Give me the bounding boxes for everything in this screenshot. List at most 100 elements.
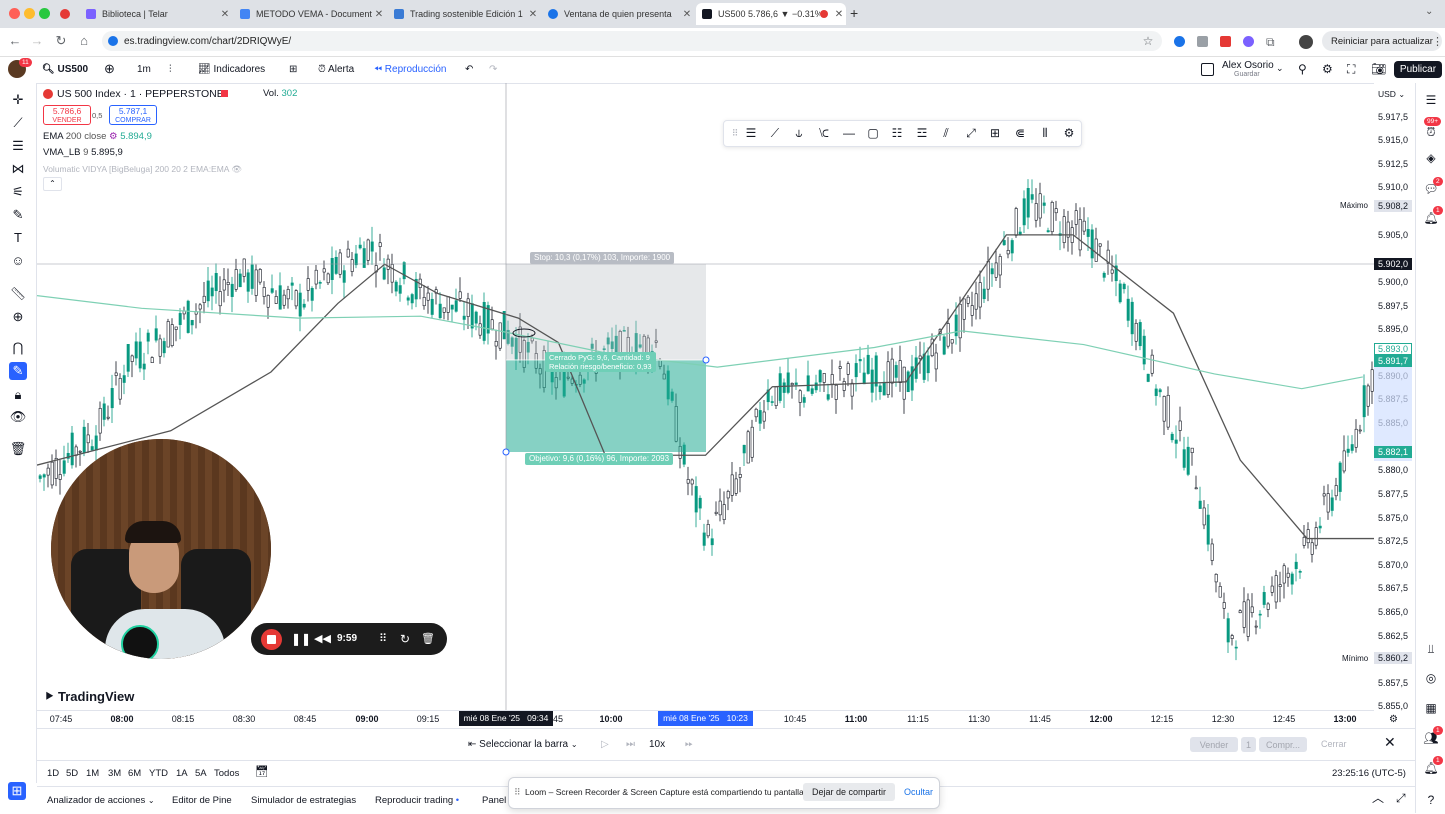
window-minimize-button[interactable] [24, 8, 35, 19]
text-icon[interactable]: T [9, 229, 27, 247]
pattern-icon[interactable]: ⋈ [9, 160, 27, 178]
extensions-puzzle-icon[interactable]: ⧉ [1266, 35, 1275, 50]
pitchfork-icon[interactable]: ⫝ [790, 124, 808, 142]
layout-select-icon[interactable] [1201, 63, 1214, 76]
symbol-title[interactable]: US 500 Index · 1 · PEPPERSTONE [57, 88, 224, 100]
currency-selector[interactable]: USD ⌄ [1378, 89, 1405, 99]
alert-button[interactable]: ⏰︎ Alerta [318, 63, 354, 76]
bookmark-star-icon[interactable]: ☆ [1140, 33, 1156, 49]
stop-sharing-button[interactable]: Dejar de compartir [803, 783, 895, 801]
camera-icon[interactable]: 📷︎ [1371, 63, 1386, 76]
settings-gear-icon[interactable]: ⚙ [1322, 63, 1333, 76]
stop-recording-button[interactable] [261, 629, 282, 650]
zoom-in-icon[interactable]: ⊕ [9, 308, 27, 326]
timezone-settings-icon[interactable]: ⚙ [1389, 714, 1398, 725]
tradingview-logo[interactable]: ⯈ TradingView [44, 689, 134, 705]
tab-panel[interactable]: Panel [482, 794, 506, 807]
crosshair-icon[interactable]: ✛ [9, 91, 27, 109]
window-maximize-button[interactable] [39, 8, 50, 19]
dom-panel-icon[interactable]: ⊞ [8, 782, 26, 800]
tab-search-chevron-icon[interactable]: ⌄ [1425, 6, 1433, 17]
buy-button[interactable]: 5.787,1 COMPRAR [109, 105, 157, 125]
replay-sell-button[interactable]: Vender [1190, 737, 1238, 752]
tab-ventana-presenta[interactable]: Ventana de quien presenta ✕ [542, 3, 694, 25]
close-icon[interactable]: ✕ [526, 9, 540, 20]
play-icon[interactable]: ▷ [601, 738, 609, 751]
url-field[interactable]: es.tradingview.com/chart/2DRIQWyE/ [102, 31, 1162, 51]
ruler-icon[interactable]: 📏︎ [9, 285, 27, 303]
alerts-clock-icon[interactable]: ⏰︎ [1423, 124, 1439, 140]
tab-trading-sostenible[interactable]: Trading sostenible Edición 1 ✕ [388, 3, 540, 25]
tab-stock-screener[interactable]: Analizador de acciones ⌄ [47, 794, 155, 807]
close-icon[interactable]: ✕ [680, 9, 694, 20]
close-icon[interactable]: ✕ [218, 9, 232, 20]
pause-icon[interactable]: ❚❚ [291, 632, 311, 646]
restart-to-update-button[interactable]: Reiniciar para actualizar [1322, 31, 1442, 51]
indicators-button[interactable]: 📈︎ Indicadores [198, 63, 265, 76]
forward-icon[interactable]: → [29, 33, 45, 49]
pine-icon[interactable]: ⫫ [1423, 641, 1439, 657]
pinned-tab-record[interactable] [56, 3, 74, 25]
back-icon[interactable]: ← [7, 33, 23, 49]
fib-arc-icon[interactable]: ⋐ [1011, 124, 1029, 142]
fib-channel-icon[interactable]: ☲ [913, 124, 931, 142]
compare-add-icon[interactable]: ⊕ [104, 62, 115, 75]
replay-qty[interactable]: 1 [1241, 737, 1256, 752]
templates-grid-icon[interactable]: ⊞ [289, 63, 297, 76]
tab-pine-editor[interactable]: Editor de Pine [172, 794, 232, 807]
ema-legend[interactable]: EMA 200 close ⚙ 5.894,9 [43, 131, 152, 143]
tab-strategy-tester[interactable]: Simulador de estrategias [251, 794, 356, 807]
fullscreen-icon[interactable]: ⛶ [1347, 63, 1355, 76]
redo-icon[interactable]: ↷ [489, 63, 497, 76]
fib-levels-icon[interactable]: ☷ [888, 124, 906, 142]
help-icon[interactable]: ? [1423, 792, 1439, 808]
range-button-6m[interactable]: 6M [128, 767, 141, 780]
trend-line-icon[interactable]: ⟋ [766, 124, 784, 142]
range-button-3m[interactable]: 3M [108, 767, 121, 780]
eye-icon[interactable]: 👁︎ [9, 408, 27, 426]
jump-to-realtime-icon[interactable]: ⏩︎ [685, 738, 693, 751]
undo-icon[interactable]: ↶ [465, 63, 473, 76]
watchlist-icon[interactable]: ☰ [1423, 92, 1439, 108]
symbol-search[interactable]: 🔍︎ US500 [42, 63, 88, 76]
vma-legend[interactable]: VMA_LB 9 5.895,9 [43, 147, 123, 159]
replay-buy-button[interactable]: Compr... [1259, 737, 1307, 752]
layers-icon[interactable]: ◈ [1423, 150, 1439, 166]
collapse-legend-icon[interactable]: ⌃ [43, 177, 62, 191]
eye-hidden-icon[interactable]: 👁︎ [231, 164, 242, 174]
new-tab-icon[interactable]: + [850, 6, 858, 20]
tab-replay-trading[interactable]: Reproducir trading • [375, 794, 459, 807]
hide-share-notice-button[interactable]: Ocultar [904, 787, 933, 797]
grid-icon[interactable]: ⊞ [986, 124, 1004, 142]
tab-us500[interactable]: US500 5.786,6 ▼ −0.31% ✕ [696, 3, 846, 25]
profile-avatar[interactable] [1299, 35, 1313, 49]
trend-line-icon[interactable]: ⟋ [9, 114, 27, 132]
range-button-5a[interactable]: 5A [195, 767, 207, 780]
ray-icon[interactable]: ⟈ [815, 124, 833, 142]
interval-button[interactable]: 1m [137, 63, 151, 76]
home-icon[interactable]: ⌂ [76, 33, 92, 49]
maximize-panel-icon[interactable]: ⤢ [1396, 792, 1406, 805]
select-bar-button[interactable]: ⇤ Seleccionar la barra ⌄ [468, 738, 578, 751]
extension-icon[interactable] [1243, 36, 1254, 47]
brush-icon[interactable]: ✎ [9, 206, 27, 224]
drawing-tools-icon[interactable]: ⠿ [379, 632, 387, 646]
gann-icon[interactable]: ⤢ [962, 124, 980, 142]
range-button-1m[interactable]: 1M [86, 767, 99, 780]
extension-icon[interactable] [1220, 36, 1231, 47]
tab-biblioteca[interactable]: Biblioteca | Telar ✕ [80, 3, 232, 25]
reload-icon[interactable]: ↻ [53, 33, 69, 49]
range-button-todos[interactable]: Todos [214, 767, 239, 780]
lock-icon[interactable]: 🔒︎ [9, 386, 27, 404]
rewind-icon[interactable]: ◀◀ [314, 632, 331, 646]
chevron-down-icon[interactable]: ⌄ [1276, 63, 1284, 74]
position-handle[interactable] [702, 356, 710, 364]
user-name[interactable]: Alex Osorio [1222, 60, 1274, 71]
parallel-channel-icon[interactable]: ☰ [742, 124, 760, 142]
range-button-1d[interactable]: 1D [47, 767, 59, 780]
close-replay-icon[interactable]: ✕ [1384, 735, 1396, 749]
target-icon[interactable]: ◎ [1423, 670, 1439, 686]
settings-icon[interactable]: ⚙ [1060, 124, 1078, 142]
extension-icon[interactable] [1174, 36, 1185, 47]
range-button-5d[interactable]: 5D [66, 767, 78, 780]
